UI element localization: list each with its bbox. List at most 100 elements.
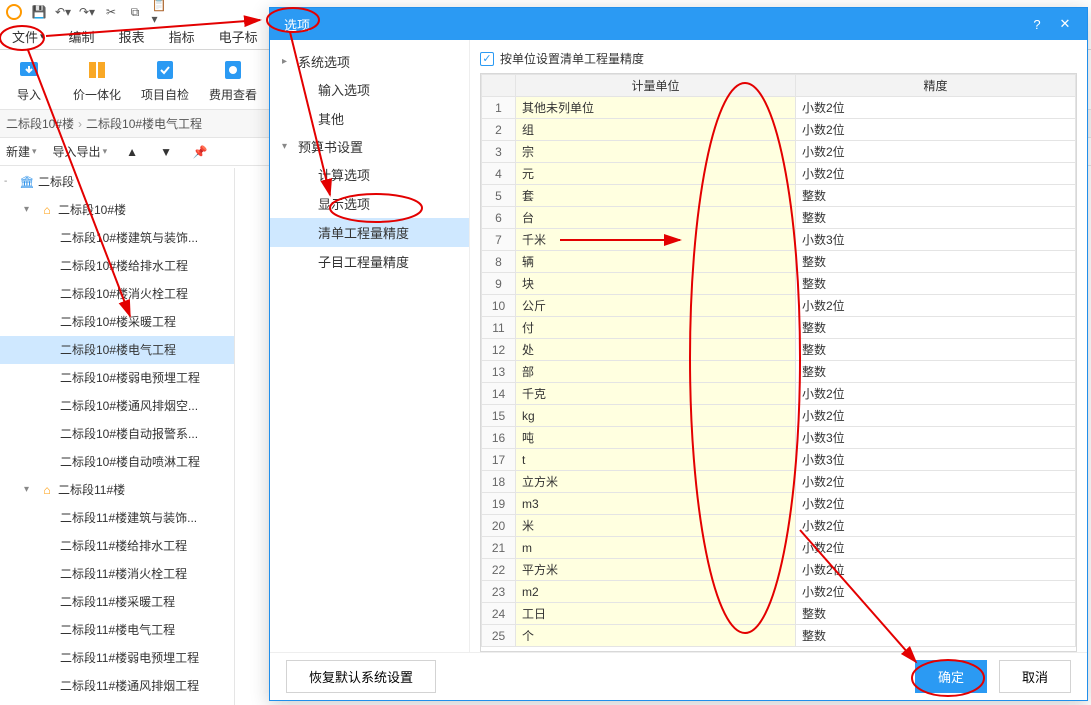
pin-icon[interactable]: 📌	[191, 143, 209, 161]
cell-precision[interactable]: 整数	[796, 317, 1076, 339]
cell-precision[interactable]: 小数2位	[796, 163, 1076, 185]
table-row[interactable]: 4元小数2位	[482, 163, 1076, 185]
table-row[interactable]: 8辆整数	[482, 251, 1076, 273]
cell-precision[interactable]: 小数2位	[796, 383, 1076, 405]
table-row[interactable]: 17t小数3位	[482, 449, 1076, 471]
cell-unit[interactable]: 平方米	[516, 559, 796, 581]
table-row[interactable]: 23m2小数2位	[482, 581, 1076, 603]
breadcrumb-b[interactable]: 二标段10#楼电气工程	[86, 115, 202, 132]
tree-node[interactable]: ▾⌂二标段11#楼	[0, 476, 234, 504]
cell-precision[interactable]: 小数2位	[796, 537, 1076, 559]
cell-unit[interactable]: 千米	[516, 229, 796, 251]
table-row[interactable]: 18立方米小数2位	[482, 471, 1076, 493]
table-row[interactable]: 3宗小数2位	[482, 141, 1076, 163]
table-row[interactable]: 9块整数	[482, 273, 1076, 295]
expand-up-icon[interactable]: ▲	[123, 143, 141, 161]
ribbon-yjth[interactable]: 价一体化	[72, 54, 122, 105]
table-row[interactable]: 22平方米小数2位	[482, 559, 1076, 581]
undo-icon[interactable]: ↶▾	[56, 5, 70, 19]
tree-node[interactable]: 二标段10#楼自动喷淋工程	[0, 448, 234, 476]
reset-defaults-button[interactable]: 恢复默认系统设置	[286, 660, 436, 693]
tab-edit[interactable]: 编制	[57, 24, 107, 49]
tree-node[interactable]: 二标段10#楼自动报警系...	[0, 420, 234, 448]
tree-node[interactable]: -🏛二标段	[0, 168, 234, 196]
cell-unit[interactable]: 组	[516, 119, 796, 141]
tree-node[interactable]: 二标段11#楼自动报警系...	[0, 700, 234, 705]
nav-item-list-precision[interactable]: 清单工程量精度	[270, 218, 469, 247]
table-row[interactable]: 15kg小数2位	[482, 405, 1076, 427]
tree-node[interactable]: 二标段11#楼建筑与装饰...	[0, 504, 234, 532]
nav-item-display[interactable]: 显示选项	[270, 189, 469, 218]
ribbon-costview[interactable]: 费用查看	[208, 54, 258, 105]
cell-unit[interactable]: m3	[516, 493, 796, 515]
cell-precision[interactable]: 小数2位	[796, 581, 1076, 603]
nav-item-sub-precision[interactable]: 子目工程量精度	[270, 247, 469, 276]
tree-node[interactable]: 二标段10#楼采暖工程	[0, 308, 234, 336]
tree-node[interactable]: 二标段11#楼消火栓工程	[0, 560, 234, 588]
cell-unit[interactable]: 个	[516, 625, 796, 647]
tree-node[interactable]: 二标段11#楼电气工程	[0, 616, 234, 644]
cut-icon[interactable]: ✂	[104, 5, 118, 19]
cell-unit[interactable]: 米	[516, 515, 796, 537]
save-icon[interactable]: 💾	[32, 5, 46, 19]
cell-precision[interactable]: 小数3位	[796, 449, 1076, 471]
table-row[interactable]: 16吨小数3位	[482, 427, 1076, 449]
cell-precision[interactable]: 小数3位	[796, 427, 1076, 449]
table-row[interactable]: 2组小数2位	[482, 119, 1076, 141]
cell-unit[interactable]: 千克	[516, 383, 796, 405]
table-row[interactable]: 5套整数	[482, 185, 1076, 207]
tab-report[interactable]: 报表	[107, 24, 157, 49]
cell-precision[interactable]: 小数2位	[796, 97, 1076, 119]
cell-unit[interactable]: 立方米	[516, 471, 796, 493]
cell-unit[interactable]: 辆	[516, 251, 796, 273]
cell-precision[interactable]: 整数	[796, 361, 1076, 383]
cell-precision[interactable]: 整数	[796, 185, 1076, 207]
precision-table[interactable]: 计量单位 精度 1其他未列单位小数2位2组小数2位3宗小数2位4元小数2位5套整…	[480, 73, 1077, 652]
checkbox-checked-icon[interactable]: ✓	[480, 52, 494, 66]
cell-unit[interactable]: kg	[516, 405, 796, 427]
tree-node[interactable]: 二标段10#楼给排水工程	[0, 252, 234, 280]
table-row[interactable]: 7千米小数3位	[482, 229, 1076, 251]
cell-unit[interactable]: m	[516, 537, 796, 559]
cell-precision[interactable]: 整数	[796, 251, 1076, 273]
cell-precision[interactable]: 小数2位	[796, 559, 1076, 581]
cell-unit[interactable]: 套	[516, 185, 796, 207]
import-export-button[interactable]: 导入导出▾	[53, 143, 108, 160]
tree-node[interactable]: 二标段11#楼采暖工程	[0, 588, 234, 616]
cell-precision[interactable]: 小数2位	[796, 405, 1076, 427]
project-tree[interactable]: -🏛二标段▾⌂二标段10#楼二标段10#楼建筑与装饰...二标段10#楼给排水工…	[0, 168, 235, 705]
table-row[interactable]: 20米小数2位	[482, 515, 1076, 537]
tab-file[interactable]: 文件▾	[0, 24, 57, 49]
nav-item-other[interactable]: 其他	[270, 104, 469, 133]
cell-precision[interactable]: 小数3位	[796, 229, 1076, 251]
tab-indicator[interactable]: 指标	[157, 24, 207, 49]
dialog-titlebar[interactable]: 选项 ? ✕	[270, 8, 1087, 40]
table-row[interactable]: 14千克小数2位	[482, 383, 1076, 405]
cell-unit[interactable]: 公斤	[516, 295, 796, 317]
cell-precision[interactable]: 整数	[796, 625, 1076, 647]
cell-precision[interactable]: 小数2位	[796, 295, 1076, 317]
cell-unit[interactable]: 台	[516, 207, 796, 229]
table-row[interactable]: 13部整数	[482, 361, 1076, 383]
tree-node[interactable]: 二标段10#楼建筑与装饰...	[0, 224, 234, 252]
table-row[interactable]: 21m小数2位	[482, 537, 1076, 559]
nav-item-input[interactable]: 输入选项	[270, 75, 469, 104]
cell-unit[interactable]: 工日	[516, 603, 796, 625]
expand-down-icon[interactable]: ▼	[157, 143, 175, 161]
table-row[interactable]: 25个整数	[482, 625, 1076, 647]
ribbon-import[interactable]: 导入	[4, 54, 54, 105]
tree-node[interactable]: 二标段10#楼弱电预埋工程	[0, 364, 234, 392]
cell-unit[interactable]: 块	[516, 273, 796, 295]
cell-precision[interactable]: 小数2位	[796, 515, 1076, 537]
close-icon[interactable]: ✕	[1051, 14, 1079, 34]
cell-unit[interactable]: 付	[516, 317, 796, 339]
tree-node[interactable]: 二标段10#楼消火栓工程	[0, 280, 234, 308]
ribbon-selfcheck[interactable]: 项目自检	[140, 54, 190, 105]
new-button[interactable]: 新建▾	[6, 143, 37, 160]
cell-precision[interactable]: 整数	[796, 339, 1076, 361]
cell-unit[interactable]: 吨	[516, 427, 796, 449]
table-row[interactable]: 12处整数	[482, 339, 1076, 361]
cell-precision[interactable]: 小数2位	[796, 471, 1076, 493]
nav-group-system[interactable]: ▸系统选项	[270, 48, 469, 75]
tree-node[interactable]: 二标段11#楼给排水工程	[0, 532, 234, 560]
